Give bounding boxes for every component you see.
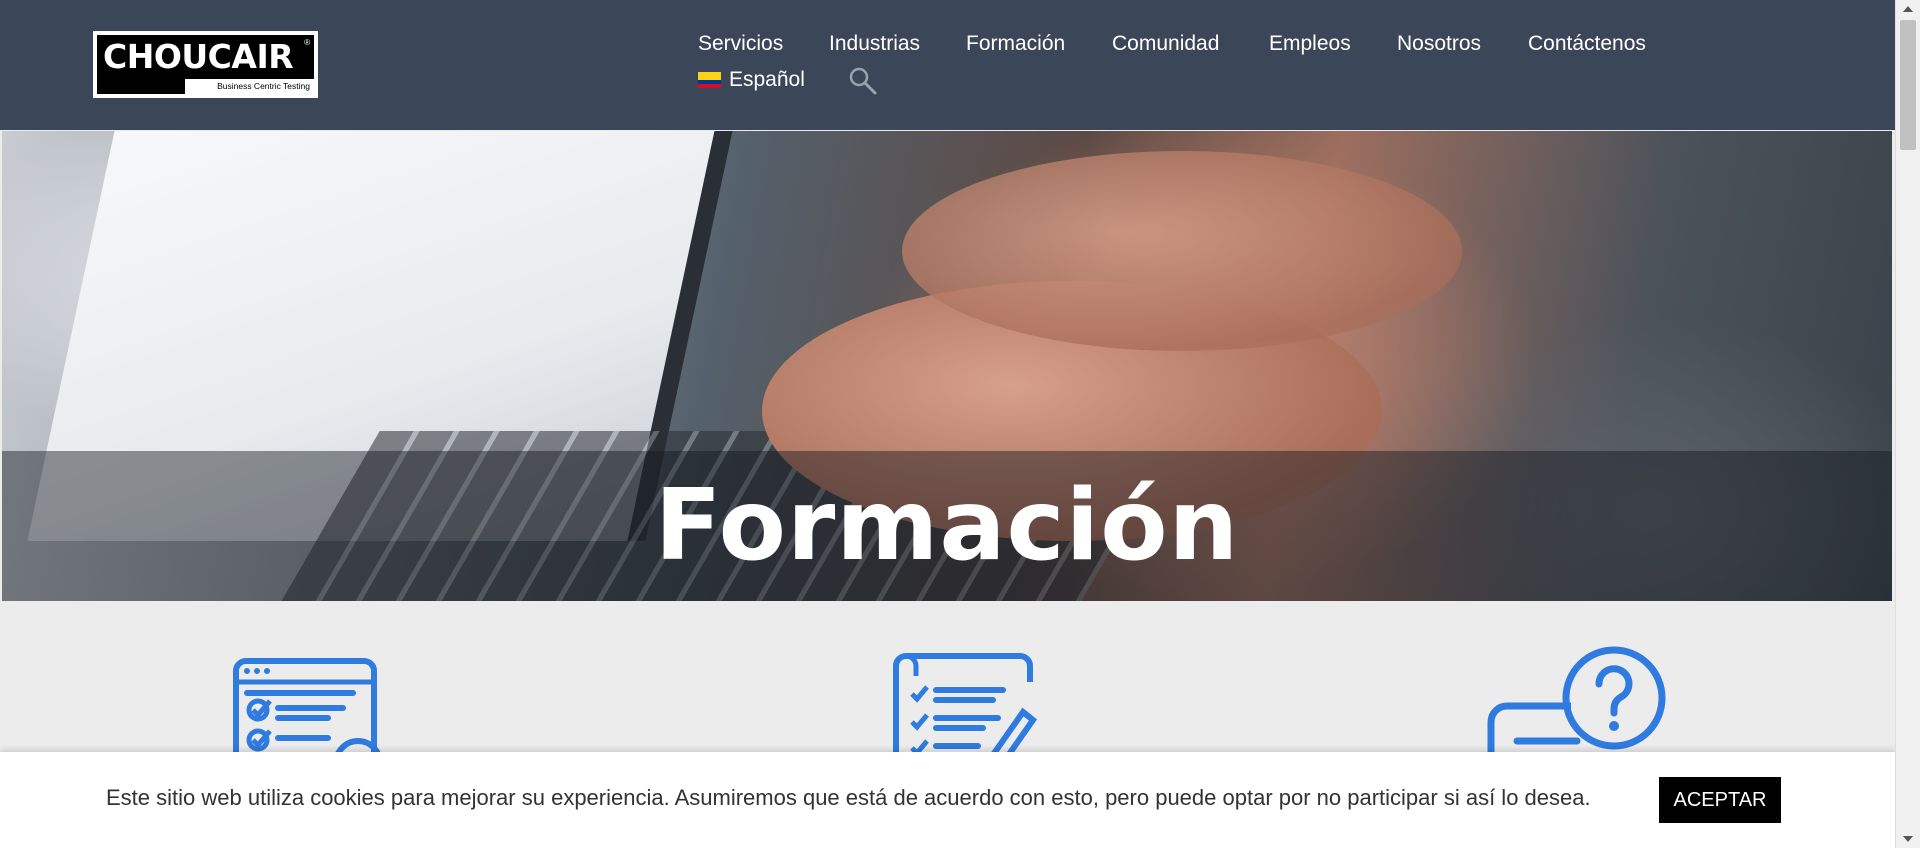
nav-item-comunidad[interactable]: Comunidad bbox=[1112, 32, 1219, 56]
logo-tagline: Business Centric Testing bbox=[185, 79, 314, 94]
language-selector[interactable]: Español bbox=[698, 68, 805, 92]
scroll-up-arrow-icon[interactable] bbox=[1903, 6, 1913, 12]
language-label: Español bbox=[729, 68, 805, 91]
registered-mark: ® bbox=[304, 38, 310, 47]
chat-question-icon bbox=[1487, 646, 1672, 766]
colombia-flag-icon bbox=[698, 72, 721, 88]
checklist-window-icon bbox=[233, 658, 393, 788]
choucair-logo[interactable]: CHOUCAIR ® Business Centric Testing bbox=[93, 31, 318, 98]
logo-mark: CHOUCAIR ® Business Centric Testing bbox=[97, 35, 314, 94]
hand-graphic-upper bbox=[902, 151, 1462, 351]
search-icon[interactable] bbox=[848, 66, 878, 101]
nav-item-contactenos[interactable]: Contáctenos bbox=[1528, 32, 1646, 56]
cookie-consent-bar: Este sitio web utiliza cookies para mejo… bbox=[0, 752, 1895, 848]
logo-brand-name: CHOUCAIR bbox=[103, 37, 294, 76]
scroll-down-arrow-icon[interactable] bbox=[1903, 836, 1913, 842]
page-title: Formación bbox=[654, 469, 1240, 583]
cookie-message: Este sitio web utiliza cookies para mejo… bbox=[106, 785, 1591, 810]
nav-item-formacion[interactable]: Formación bbox=[966, 32, 1065, 56]
scroll-thumb[interactable] bbox=[1900, 20, 1916, 150]
nav-item-industrias[interactable]: Industrias bbox=[829, 32, 920, 56]
site-header: CHOUCAIR ® Business Centric Testing Serv… bbox=[0, 0, 1895, 130]
accept-cookies-button[interactable]: ACEPTAR bbox=[1659, 777, 1781, 823]
page-scrollbar[interactable] bbox=[1895, 0, 1920, 848]
hero-banner: Formación bbox=[2, 131, 1892, 601]
nav-item-empleos[interactable]: Empleos bbox=[1269, 32, 1351, 56]
nav-item-nosotros[interactable]: Nosotros bbox=[1397, 32, 1481, 56]
document-checklist-pencil-icon bbox=[888, 652, 1038, 775]
nav-item-servicios[interactable]: Servicios bbox=[698, 32, 783, 56]
